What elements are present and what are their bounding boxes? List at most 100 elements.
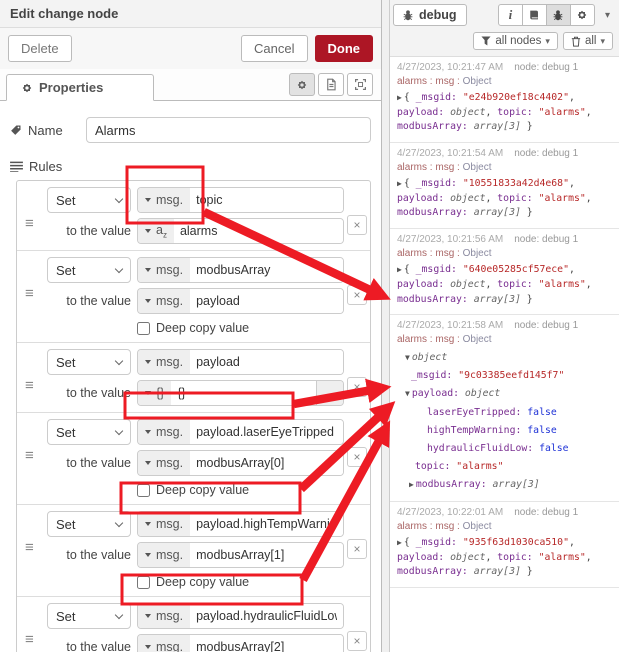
rules-label: Rules (10, 159, 371, 174)
json-type-chip[interactable]: {} (138, 381, 171, 405)
collapse-toggle[interactable]: ▼ (405, 389, 410, 398)
caret-down-icon (145, 360, 151, 364)
info-icon: i (509, 7, 513, 23)
expand-toggle[interactable]: ▶ (397, 265, 402, 274)
node-settings-button[interactable] (289, 73, 315, 96)
node-description-button[interactable] (318, 73, 344, 96)
expand-toggle[interactable]: ▶ (409, 480, 414, 489)
rule-action-select[interactable]: Set (47, 187, 131, 213)
rule-target-field[interactable] (190, 604, 343, 628)
filter-funnel-icon (481, 36, 491, 46)
debug-message-expanded[interactable]: 4/27/2023, 10:21:58 AMnode: debug 1 alar… (390, 315, 619, 502)
message-topic: alarms : msg : Object (397, 162, 612, 173)
debug-message[interactable]: 4/27/2023, 10:21:54 AMnode: debug 1 alar… (390, 143, 619, 229)
caret-down-icon (145, 268, 151, 272)
msg-type-chip[interactable]: msg. (138, 543, 190, 567)
debug-sidebar: debug i ▾ all nodes▾ all▾ (390, 0, 619, 652)
panel-resize-handle[interactable] (382, 0, 390, 652)
delete-button[interactable]: Delete (8, 35, 72, 62)
document-icon (325, 78, 337, 91)
message-timestamp: 4/27/2023, 10:21:56 AM (397, 234, 503, 245)
name-input[interactable] (86, 117, 371, 143)
debug-message-list: 4/27/2023, 10:21:47 AMnode: debug 1 alar… (390, 57, 619, 652)
drag-handle-icon[interactable]: ≡ (25, 381, 34, 391)
remove-rule-button[interactable]: × (347, 285, 367, 305)
drag-handle-icon[interactable]: ≡ (25, 543, 34, 553)
message-node: node: debug 1 (514, 507, 578, 518)
remove-rule-button[interactable]: × (347, 539, 367, 559)
remove-rule-button[interactable]: × (347, 215, 367, 235)
msg-type-chip[interactable]: msg. (138, 512, 190, 536)
clear-messages-button[interactable]: all▾ (563, 32, 613, 50)
rule-target-field[interactable] (190, 258, 343, 282)
rule-action-select[interactable]: Set (47, 603, 131, 629)
msg-type-chip[interactable]: msg. (138, 258, 190, 282)
debug-tab-button[interactable] (546, 4, 571, 26)
drag-handle-icon[interactable]: ≡ (25, 451, 34, 461)
dialog-toolbar: Delete Cancel Done (0, 28, 381, 69)
info-tab-button[interactable]: i (498, 4, 523, 26)
rule-action-select[interactable]: Set (47, 511, 131, 537)
remove-rule-button[interactable]: × (347, 447, 367, 467)
deep-copy-label: Deep copy value (156, 575, 249, 589)
rule-value-field[interactable] (190, 635, 343, 652)
msg-type-chip[interactable]: msg. (138, 451, 190, 475)
drag-handle-icon[interactable]: ≡ (25, 635, 34, 645)
message-topic: alarms : msg : Object (397, 521, 612, 532)
remove-rule-button[interactable]: × (347, 631, 367, 651)
dialog-title: Edit change node (0, 0, 381, 28)
chevron-down-icon: ▾ (600, 36, 605, 47)
caret-down-icon (145, 391, 151, 395)
rule-action-select[interactable]: Set (47, 419, 131, 445)
drag-handle-icon[interactable]: ≡ (25, 219, 34, 229)
debug-message[interactable]: 4/27/2023, 10:21:56 AMnode: debug 1 alar… (390, 229, 619, 315)
cancel-button[interactable]: Cancel (241, 35, 307, 62)
debug-message[interactable]: 4/27/2023, 10:22:01 AMnode: debug 1 alar… (390, 502, 619, 588)
debug-message[interactable]: 4/27/2023, 10:21:47 AMnode: debug 1 alar… (390, 57, 619, 143)
caret-down-icon (145, 461, 151, 465)
msg-type-chip[interactable]: msg. (138, 350, 190, 374)
done-button[interactable]: Done (315, 35, 374, 62)
expand-editor-button[interactable]: … (316, 381, 343, 405)
deep-copy-checkbox[interactable] (137, 322, 150, 335)
caret-down-icon (145, 522, 151, 526)
drag-handle-icon[interactable]: ≡ (25, 289, 34, 299)
rule-target-field[interactable] (190, 420, 343, 444)
rule-value-field[interactable] (190, 543, 343, 567)
rule-action-select[interactable]: Set (47, 349, 131, 375)
to-value-label: to the value (47, 288, 131, 314)
tab-properties[interactable]: Properties (6, 74, 154, 101)
message-node: node: debug 1 (514, 234, 578, 245)
deep-copy-checkbox[interactable] (137, 484, 150, 497)
collapse-toggle[interactable]: ▼ (405, 353, 410, 362)
help-tab-button[interactable] (522, 4, 547, 26)
rule-target-field[interactable] (190, 188, 343, 212)
node-appearance-button[interactable] (347, 73, 373, 96)
rule-value-field[interactable] (190, 289, 343, 313)
rule-action-select[interactable]: Set (47, 257, 131, 283)
rules-list: ≡ Set msg. to the value az (16, 180, 371, 652)
deep-copy-checkbox[interactable] (137, 576, 150, 589)
msg-type-chip[interactable]: msg. (138, 604, 190, 628)
string-type-chip[interactable]: az (138, 219, 174, 243)
msg-type-chip[interactable]: msg. (138, 420, 190, 444)
remove-rule-button[interactable]: × (347, 377, 367, 397)
msg-type-chip[interactable]: msg. (138, 289, 190, 313)
rule-target-field[interactable] (190, 512, 343, 536)
msg-type-chip[interactable]: msg. (138, 635, 190, 652)
expand-toggle[interactable]: ▶ (397, 179, 402, 188)
msg-type-chip[interactable]: msg. (138, 188, 190, 212)
settings-tab-button[interactable] (570, 4, 595, 26)
node-red-app: Edit change node Delete Cancel Done Prop… (0, 0, 619, 652)
rule-value-field[interactable] (190, 451, 343, 475)
expand-toggle[interactable]: ▶ (397, 93, 402, 102)
caret-down-icon (145, 229, 151, 233)
sidebar-menu-button[interactable]: ▾ (599, 9, 616, 22)
chevron-down-icon (115, 518, 123, 526)
rule-target-field[interactable] (190, 350, 343, 374)
rule-value-field[interactable] (174, 219, 343, 243)
filter-nodes-button[interactable]: all nodes▾ (473, 32, 558, 50)
rule-value-field[interactable] (171, 381, 316, 405)
expand-toggle[interactable]: ▶ (397, 538, 402, 547)
tab-debug[interactable]: debug (393, 4, 467, 26)
